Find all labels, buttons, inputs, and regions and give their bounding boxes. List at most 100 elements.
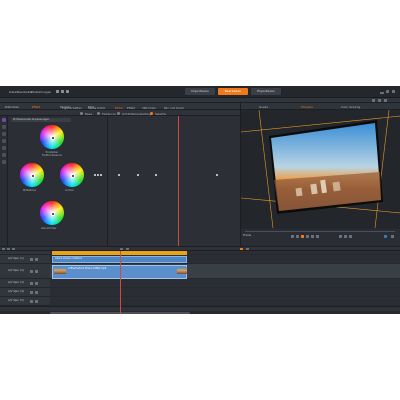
wheel-label-mitteltoene: Mitteltöne — [23, 189, 37, 192]
radio-farbkurve[interactable] — [97, 112, 100, 115]
fullscreen-preview-icon[interactable] — [349, 235, 352, 238]
preview-tab-row: Quelle Timeline Color Grading — [241, 103, 400, 110]
minimize-icon[interactable] — [380, 92, 384, 94]
zoom-in-icon[interactable] — [126, 248, 129, 250]
preview-mode-label: Frame — [243, 234, 252, 237]
keyframe-marker[interactable] — [118, 174, 120, 176]
mode-tab-export[interactable]: Exportieren — [251, 88, 281, 95]
menu-item-einstellungen[interactable]: Einstellungen — [31, 90, 51, 94]
layout-icon[interactable] — [384, 99, 387, 102]
speaker-icon[interactable] — [35, 300, 38, 303]
track-lane — [50, 288, 400, 297]
track-header: A/V Spur (4) — [0, 288, 50, 297]
marker-icon[interactable] — [240, 248, 243, 250]
quality-icon[interactable] — [384, 235, 387, 238]
skip-back-icon[interactable] — [291, 235, 294, 238]
fullscreen-icon[interactable] — [378, 99, 381, 102]
preview-tab-source[interactable]: Quelle — [259, 105, 268, 109]
keyframe-dot[interactable] — [100, 174, 102, 176]
crop-tool-icon[interactable] — [2, 125, 6, 129]
timeline-tracks: A/V Spur (1) Lizenz Version 4.0/Kenn A/V… — [0, 251, 400, 314]
tab-library[interactable]: Bibliothek — [5, 105, 19, 109]
track-lane — [50, 279, 400, 288]
snapshot-icon[interactable] — [391, 235, 394, 238]
keyframe-marker[interactable] — [216, 174, 218, 176]
shape-tool-icon[interactable] — [2, 146, 6, 150]
audio-tool-icon[interactable] — [2, 160, 6, 164]
speaker-icon[interactable] — [35, 291, 38, 294]
zoom-out-icon[interactable] — [120, 248, 123, 250]
skip-forward-icon[interactable] — [316, 235, 319, 238]
wheel-label-glanzlichter: Glanzlichter — [41, 227, 57, 230]
wheel-label-lichter: Lichter — [65, 189, 74, 192]
preset-dropdown-label: Professionelle Anpassungen — [13, 117, 50, 121]
speaker-icon[interactable] — [35, 270, 38, 273]
speaker-icon[interactable] — [35, 258, 38, 261]
preview-canvas[interactable] — [241, 110, 400, 228]
redo-icon[interactable] — [61, 90, 64, 93]
step-back-icon[interactable] — [296, 235, 299, 238]
undo-icon[interactable] — [56, 90, 59, 93]
title-bar: Datei Bearbeiten Einstellungen Importier… — [0, 86, 400, 98]
tab-effect[interactable]: Effekt — [32, 105, 40, 109]
loop-icon[interactable] — [339, 235, 342, 238]
keyframe-marker[interactable] — [155, 174, 157, 176]
track-lane — [50, 297, 400, 306]
mode-tab-edit[interactable]: Bearbeiten — [218, 88, 248, 95]
transform-tool-icon[interactable] — [2, 153, 6, 157]
color-tool-icon[interactable] — [2, 118, 6, 122]
text-tool-icon[interactable] — [2, 139, 6, 143]
keyframe-marker[interactable] — [137, 174, 139, 176]
menu-item-datei[interactable]: Datei — [9, 90, 17, 94]
track-lane: Luftaufnahme Strand 1080p.mp4 — [50, 264, 400, 279]
track-name: A/V Spur (1) — [8, 257, 24, 260]
radio-selektiv[interactable] — [150, 112, 153, 115]
brush-tool-icon[interactable] — [2, 132, 6, 136]
volume-icon[interactable] — [344, 235, 347, 238]
step-forward-icon[interactable] — [311, 235, 314, 238]
eye-icon[interactable] — [30, 270, 33, 273]
track-header: A/V Spur (3) — [0, 279, 50, 288]
color-wheel-lichter[interactable] — [60, 163, 84, 187]
keyframe-playhead[interactable] — [178, 116, 179, 246]
track-lane: Lizenz Version 4.0/Kenn — [50, 255, 400, 264]
color-wheels-panel: Professionelle Anpassungen Einstellen Fa… — [8, 116, 108, 246]
clip-thumbnail — [54, 266, 66, 274]
settings-icon[interactable] — [372, 99, 375, 102]
color-wheel-mitteltoene[interactable] — [20, 163, 44, 187]
radio-lut[interactable] — [117, 112, 120, 115]
eye-icon[interactable] — [30, 258, 33, 261]
play-icon[interactable] — [306, 235, 309, 238]
eye-icon[interactable] — [30, 291, 33, 294]
help-icon[interactable] — [66, 90, 69, 93]
video-editor-app: Datei Bearbeiten Einstellungen Importier… — [0, 86, 400, 314]
speaker-icon[interactable] — [35, 282, 38, 285]
track-name: A/V Spur (2) — [8, 269, 24, 272]
mode-tab-import[interactable]: Importieren — [185, 88, 215, 95]
track-header: A/V Spur (2) — [0, 264, 50, 279]
radio-basis[interactable] — [80, 112, 83, 115]
split-icon[interactable] — [12, 248, 15, 250]
mixer-icon[interactable] — [246, 248, 249, 250]
record-icon[interactable] — [301, 235, 304, 238]
keyframe-dot[interactable] — [94, 174, 96, 176]
timeline-playhead[interactable] — [120, 251, 121, 314]
keyframe-panel — [108, 116, 240, 246]
left-tool-strip — [0, 116, 8, 246]
eye-icon[interactable] — [30, 282, 33, 285]
wheel-label-balance: Einstellen Farbtonbalance — [41, 151, 62, 157]
preview-tab-timeline[interactable]: Timeline — [301, 105, 313, 109]
color-wheel-tiefen[interactable] — [40, 125, 64, 149]
timeline-scrollbar[interactable] — [0, 311, 400, 314]
eye-icon[interactable] — [30, 300, 33, 303]
snap-icon[interactable] — [7, 248, 10, 250]
lock-icon[interactable] — [2, 248, 5, 250]
keyframe-dot[interactable] — [97, 174, 99, 176]
preset-dropdown[interactable]: Professionelle Anpassungen — [11, 118, 71, 122]
maximize-icon[interactable] — [386, 90, 389, 93]
preview-panel: Quelle Timeline Color Grading Frame — [240, 103, 400, 246]
color-wheel-glanzlichter[interactable] — [40, 201, 64, 225]
clip-label: Lizenz Version 4.0/Kenn — [55, 257, 83, 260]
preview-tab-color-grading[interactable]: Color Grading — [341, 105, 360, 109]
close-icon[interactable] — [392, 90, 395, 93]
